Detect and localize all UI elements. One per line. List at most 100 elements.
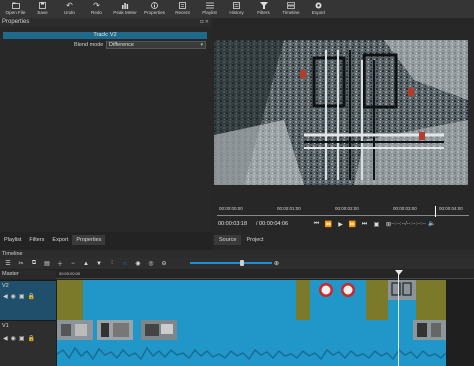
peak-meter-button[interactable]: Peak Meter [110,0,140,18]
tab-export[interactable]: Export [48,235,72,245]
play-icon[interactable]: ▶ [336,220,345,229]
visibility-eye-icon[interactable]: ◉ [11,335,16,342]
volume-icon[interactable]: 🔈 [428,220,435,227]
recent-button[interactable]: Recent [169,0,196,18]
playhead-marker-icon[interactable] [395,270,403,275]
mute-icon[interactable]: ◀ [3,335,8,342]
clip-thumbnails-and-waveform [57,320,446,361]
properties-button[interactable]: Properties [140,0,169,18]
track-header-v1[interactable]: V1 ◀ ◉ ▣ 🔒 [0,320,56,366]
zoom-slider-handle[interactable] [240,260,244,266]
clip-v2-olive-end[interactable] [416,280,446,320]
open-file-icon [11,1,20,9]
skip-to-start-icon[interactable]: ⏮ [312,220,321,229]
properties-panel-title: Properties ◘ ✕ [0,18,212,27]
export-button[interactable]: Export [305,0,332,18]
chevron-down-icon: ▾ [200,42,203,48]
scrubber-playhead[interactable] [435,206,436,217]
zoom-in-icon[interactable]: ⊕ [274,258,282,268]
clip-v2-selected[interactable] [388,280,416,320]
clip-v2-olive-right[interactable] [366,280,388,320]
blend-mode-select[interactable]: Difference ▾ [106,41,206,49]
tab-playlist[interactable]: Playlist [0,235,25,245]
dock-tabs: Playlist Filters Export Properties [0,235,106,245]
rewind-icon[interactable]: ⏪ [324,220,333,229]
properties-panel [0,27,212,232]
clip-v2-main[interactable] [83,280,296,320]
lift-icon[interactable]: ▲ [82,260,90,268]
timeline-icon [287,1,296,9]
toggle-zoom-icon[interactable]: ▣ [372,220,381,229]
zoom-out-icon[interactable]: ⊖ [160,260,168,268]
master-track-header: Master [0,270,56,279]
cut-icon[interactable]: ✂ [17,260,25,268]
fast-forward-icon[interactable]: ⏩ [348,220,357,229]
track-lane-v2 [56,280,474,320]
clip-v2-badges[interactable] [310,280,366,320]
open-file-button[interactable]: Open File [2,0,29,18]
track-header-v2[interactable]: V2 ◀ ◉ ▣ 🔒 [0,280,56,320]
timeline-panel-title: Timeline [0,250,474,258]
undo-button[interactable]: ↶ Undo [56,0,83,18]
track-name-header: Track: V2 [3,32,207,39]
undo-icon: ↶ [66,0,73,10]
composite-icon[interactable]: ▣ [19,335,25,342]
scrub-while-dragging-icon[interactable]: ◉ [134,260,142,268]
overwrite-icon[interactable]: ▼ [95,260,103,268]
panel-float-close-icon[interactable]: ◘ ✕ [200,18,209,27]
playlist-icon [205,1,214,9]
in-out-timecode: --:--:--:--/--:--:--:-- [386,221,427,227]
current-timecode[interactable]: 00:00:03:18 [218,221,252,229]
playlist-button[interactable]: Playlist [196,0,223,18]
blend-mode-label: Blend mode [74,42,104,48]
duration-label: / 00:00:04:06 [256,221,289,227]
composite-icon[interactable]: ▣ [19,293,25,300]
timeline-ruler[interactable]: 00:00:00:00 [56,270,474,279]
tab-properties[interactable]: Properties [72,235,106,245]
peak-meter-icon [121,1,130,9]
remove-icon[interactable]: − [69,260,77,268]
scrubber[interactable]: 00:00:00:00 00:00:01:00 00:00:02:00 00:0… [217,206,469,217]
clip-v2-olive-mid[interactable] [296,280,310,320]
save-button[interactable]: Save [29,0,56,18]
split-icon[interactable]: ⫶ [108,260,116,268]
main-toolbar: Open File Save ↶ Undo ↷ Redo Peak Meter … [0,0,474,18]
snap-icon[interactable]: ∩ [121,260,129,268]
filters-icon [259,1,268,9]
redo-icon: ↷ [93,0,100,10]
tab-project[interactable]: Project [241,235,268,245]
tab-source[interactable]: Source [214,235,242,245]
lock-icon[interactable]: 🔒 [28,293,35,300]
filters-button[interactable]: Filters [250,0,277,18]
paste-icon[interactable]: ▤ [43,260,51,268]
timeline-playhead[interactable] [398,270,399,366]
timeline-button[interactable]: Timeline [277,0,305,18]
zoom-slider[interactable] [190,262,272,264]
recent-icon [178,1,187,9]
scrubber-track [217,215,469,216]
lock-icon[interactable]: 🔒 [28,335,35,342]
skip-to-end-icon[interactable]: ⏭ [360,220,369,229]
copy-icon[interactable]: ⧉ [30,260,38,268]
tab-filters[interactable]: Filters [25,235,48,245]
player-tabs: Source Project [214,235,269,245]
export-icon [314,1,323,9]
append-icon[interactable]: ＋ [56,260,64,268]
ripple-icon[interactable]: ◎ [147,260,155,268]
redo-button[interactable]: ↷ Redo [83,0,110,18]
track-lane-v1 [56,320,474,366]
clip-v2-olive-left[interactable] [57,280,83,320]
properties-icon [150,1,159,9]
visibility-eye-icon[interactable]: ◉ [11,293,16,300]
video-preview[interactable] [214,40,468,185]
save-icon [38,1,47,9]
clip-thumbnail [388,280,416,300]
history-button[interactable]: History [223,0,250,18]
clip-thumbnail [319,283,355,297]
history-icon [232,1,241,9]
menu-icon[interactable]: ☰ [4,260,12,268]
mute-icon[interactable]: ◀ [3,293,8,300]
transport-controls: ⏮ ⏪ ▶ ⏩ ⏭ ▣ ⊞ [312,220,393,229]
clip-v1-main[interactable] [57,320,446,366]
video-frame-image [214,40,468,185]
